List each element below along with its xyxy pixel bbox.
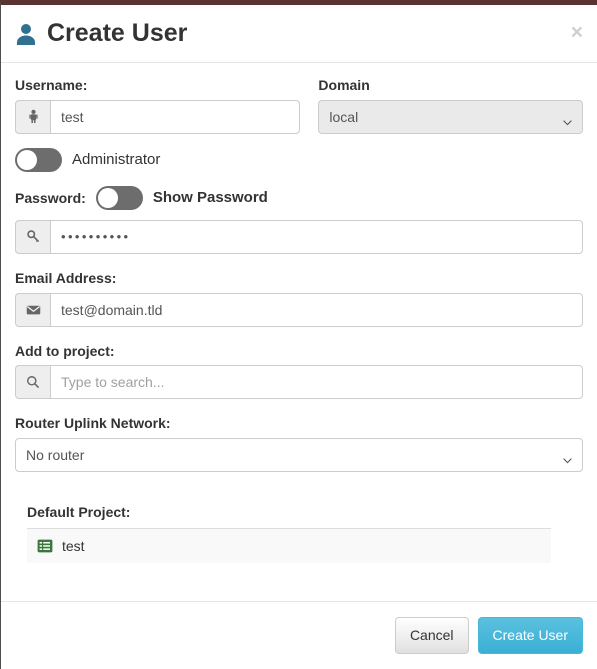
search-icon xyxy=(15,365,50,400)
username-label: Username: xyxy=(15,77,88,93)
administrator-toggle-row: Administrator xyxy=(15,147,583,172)
add-to-project-label: Add to project: xyxy=(15,342,115,359)
modal-title: Create User xyxy=(15,21,187,46)
list-item[interactable]: test xyxy=(27,529,551,563)
default-project-group: Default Project: test xyxy=(15,504,583,564)
username-input-group xyxy=(15,99,301,134)
modal-header: Create User × xyxy=(1,5,597,63)
modal-body: Username: test Domain local Administrato… xyxy=(1,63,597,564)
project-list-icon xyxy=(37,539,53,553)
email-input-group xyxy=(15,292,583,327)
add-to-project-input[interactable] xyxy=(50,365,583,400)
username-field-group: Username: xyxy=(15,77,301,134)
domain-label: Domain xyxy=(318,77,370,93)
modal-title-text: Create User xyxy=(47,19,188,47)
router-uplink-label: Router Uplink Network: xyxy=(15,415,171,432)
administrator-label: Administrator xyxy=(72,151,161,169)
domain-select[interactable]: local xyxy=(318,99,583,134)
email-label: Email Address: xyxy=(15,269,117,286)
password-field-group: •••••••••• xyxy=(15,219,583,254)
add-to-project-group: Add to project: xyxy=(15,343,583,400)
toggle-knob xyxy=(17,149,37,170)
user-icon xyxy=(15,99,50,134)
router-uplink-group: Router Uplink Network: No router xyxy=(15,415,583,473)
add-to-project-input-group xyxy=(15,365,583,400)
envelope-icon xyxy=(15,292,50,327)
default-project-list: test xyxy=(27,528,551,564)
create-user-modal: Create User × Username: test Domain loca… xyxy=(0,0,597,669)
email-input[interactable] xyxy=(50,292,583,327)
username-input[interactable] xyxy=(50,99,301,134)
password-input[interactable]: •••••••••• xyxy=(50,219,583,254)
password-toggle-row: Password: Show Password xyxy=(15,185,583,210)
create-user-button[interactable]: Create User xyxy=(477,616,583,655)
password-input-group: •••••••••• xyxy=(15,219,583,254)
router-uplink-select-wrap: No router xyxy=(15,438,583,473)
email-field-group: Email Address: xyxy=(15,270,583,327)
key-icon xyxy=(15,219,50,254)
show-password-toggle[interactable] xyxy=(95,185,143,210)
password-label: Password: xyxy=(15,189,86,206)
domain-field-group: Domain local xyxy=(318,77,583,134)
default-project-label: Default Project: xyxy=(27,504,131,521)
administrator-toggle[interactable] xyxy=(15,147,62,172)
user-icon xyxy=(15,22,37,46)
domain-select-wrap: local xyxy=(318,99,583,134)
show-password-label: Show Password xyxy=(152,189,268,207)
modal-footer: Cancel Create User xyxy=(1,601,597,669)
router-uplink-select[interactable]: No router xyxy=(15,438,583,473)
close-icon[interactable]: × xyxy=(571,22,583,43)
list-item-label: test xyxy=(62,538,85,555)
username-domain-row: Username: test Domain local xyxy=(15,77,583,134)
toggle-knob xyxy=(97,187,118,208)
cancel-button[interactable]: Cancel xyxy=(394,616,469,655)
